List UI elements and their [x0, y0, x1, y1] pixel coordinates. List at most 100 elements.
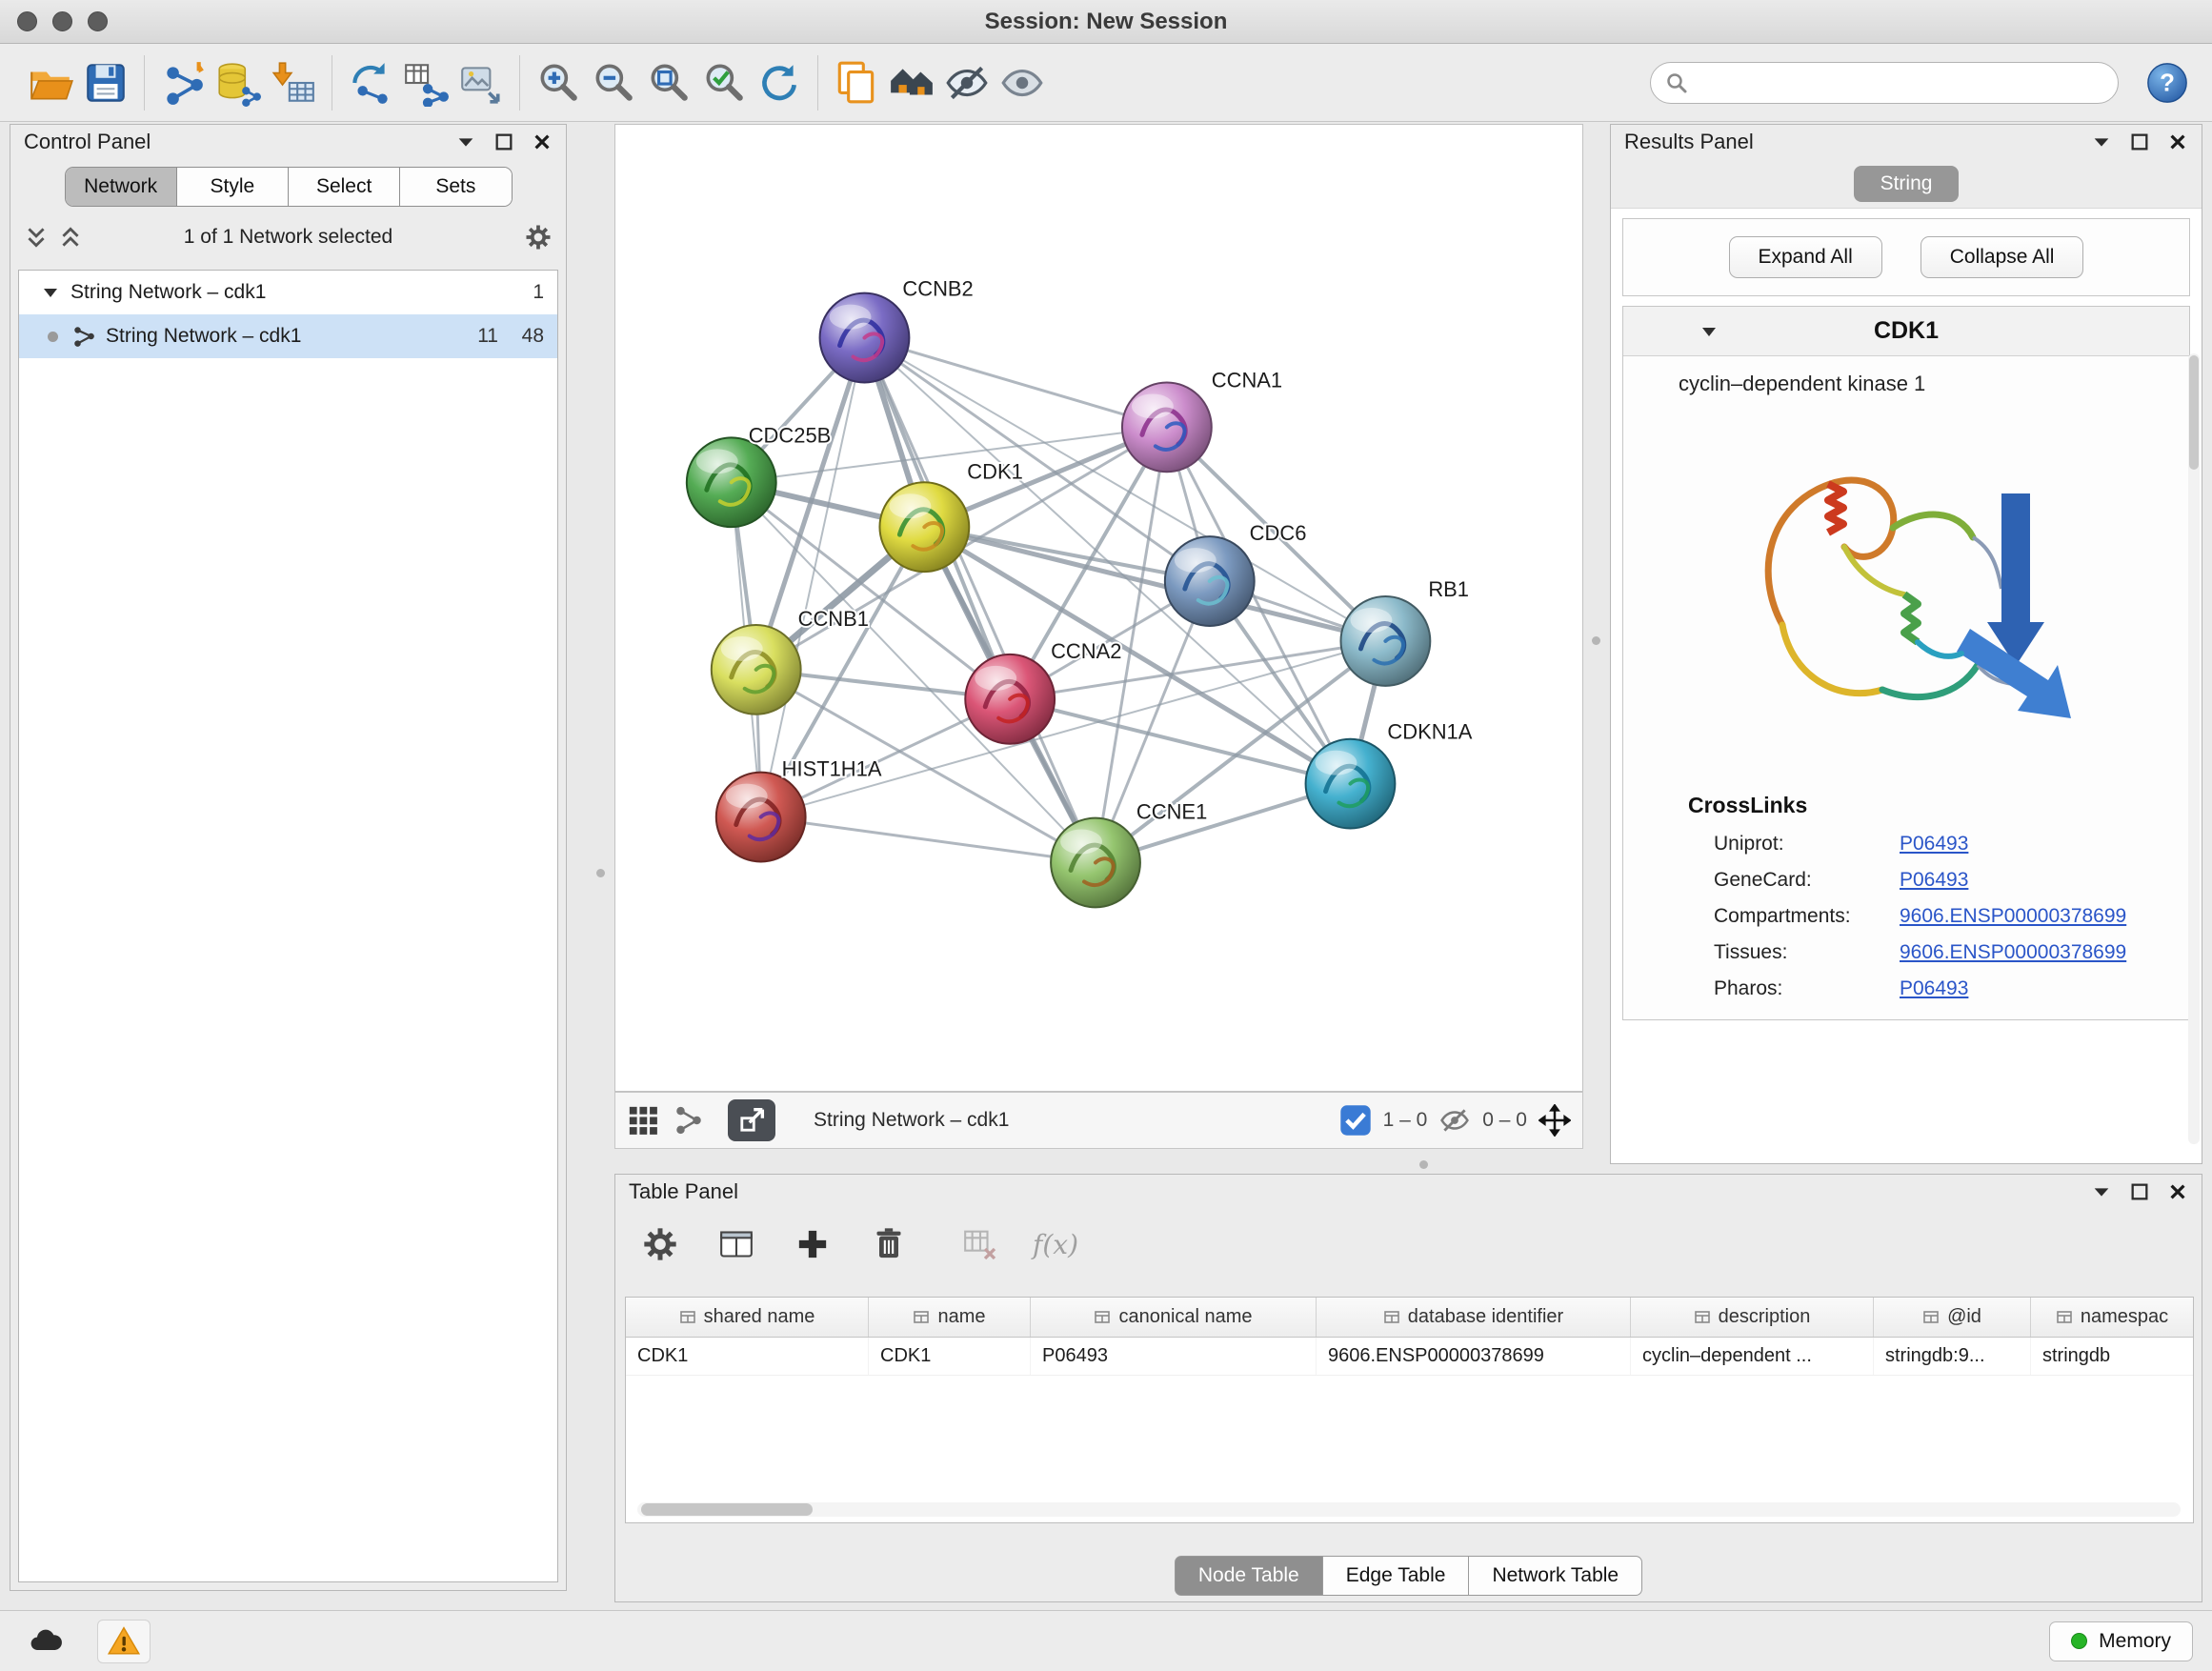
crosslink-genecard[interactable]: P06493 [1900, 869, 1968, 892]
crosslink-uniprot[interactable]: P06493 [1900, 833, 1968, 856]
delete-column-button[interactable] [865, 1220, 913, 1268]
network-node-CDKN1A[interactable]: CDKN1A [1306, 720, 1473, 829]
tree-expand-icon[interactable] [42, 284, 59, 301]
network-row-selected[interactable]: String Network – cdk1 11 48 [19, 314, 557, 358]
cell-description[interactable]: cyclin–dependent ... [1631, 1338, 1874, 1375]
network-from-table-button[interactable] [398, 52, 453, 113]
network-node-CCNB1[interactable]: CCNB1 [712, 607, 869, 715]
show-all-views-button[interactable] [884, 52, 939, 113]
zoom-in-button[interactable] [531, 52, 586, 113]
network-node-CDK1[interactable]: CDK1 [879, 459, 1022, 572]
network-node-CCNA1[interactable]: CCNA1 [1122, 368, 1282, 472]
open-session-button[interactable] [23, 52, 78, 113]
network-canvas[interactable]: CCNB2CCNA1CDC25BCDK1CDC6RB1CCNB1CCNA2CDK… [615, 125, 1582, 1091]
network-node-CDC6[interactable]: CDC6 [1165, 521, 1307, 626]
cloud-status-button[interactable] [19, 1620, 72, 1663]
function-builder-button[interactable]: f(x) [1033, 1229, 1078, 1260]
collapse-all-button[interactable]: Collapse All [1920, 236, 2084, 278]
column-header[interactable]: database identifier [1317, 1298, 1631, 1337]
hide-details-button[interactable] [939, 52, 995, 113]
panel-maximize-icon[interactable] [2129, 131, 2150, 152]
zoom-selected-button[interactable] [696, 52, 752, 113]
crosslink-tissues[interactable]: 9606.ENSP00000378699 [1900, 941, 2126, 964]
delete-table-button[interactable] [956, 1220, 1004, 1268]
network-node-CCNB2[interactable]: CCNB2 [820, 277, 974, 383]
memory-button[interactable]: Memory [2049, 1621, 2193, 1661]
copy-button[interactable] [829, 52, 884, 113]
panel-close-icon[interactable] [532, 131, 553, 152]
export-image-button[interactable] [728, 1099, 775, 1141]
panel-float-icon[interactable] [455, 131, 476, 152]
pan-crosshair-icon[interactable] [1538, 1104, 1571, 1137]
create-column-button[interactable] [789, 1220, 836, 1268]
cell-canonical-name[interactable]: P06493 [1031, 1338, 1317, 1375]
save-session-button[interactable] [78, 52, 133, 113]
tab-network[interactable]: Network [66, 168, 177, 206]
minimize-window-button[interactable] [52, 11, 72, 31]
image-view-button[interactable] [453, 52, 509, 113]
show-columns-button[interactable] [713, 1220, 760, 1268]
crosslink-pharos[interactable]: P06493 [1900, 977, 1968, 1000]
selected-checkbox-icon[interactable] [1339, 1104, 1372, 1137]
collapse-gene-icon[interactable] [1699, 322, 1719, 341]
new-network-button[interactable] [343, 52, 398, 113]
panel-float-icon[interactable] [2091, 131, 2112, 152]
close-window-button[interactable] [17, 11, 37, 31]
import-network-from-database-button[interactable] [211, 52, 266, 113]
cell-database-identifier[interactable]: 9606.ENSP00000378699 [1317, 1338, 1631, 1375]
network-node-RB1[interactable]: RB1 [1340, 577, 1469, 686]
network-collection-row[interactable]: String Network – cdk1 1 [19, 271, 557, 314]
tab-network-table[interactable]: Network Table [1469, 1556, 1642, 1596]
panel-float-icon[interactable] [2091, 1181, 2112, 1202]
cell-shared-name[interactable]: CDK1 [626, 1338, 869, 1375]
table-options-button[interactable] [636, 1220, 684, 1268]
show-details-button[interactable] [995, 52, 1050, 113]
cell-id[interactable]: stringdb:9... [1874, 1338, 2031, 1375]
cell-name[interactable]: CDK1 [869, 1338, 1031, 1375]
tab-edge-table[interactable]: Edge Table [1323, 1556, 1470, 1596]
string-network-icon[interactable] [673, 1104, 705, 1137]
table-horizontal-scrollbar[interactable] [637, 1502, 2181, 1517]
tab-select[interactable]: Select [289, 168, 400, 206]
expand-all-button[interactable]: Expand All [1729, 236, 1882, 278]
column-header[interactable]: shared name [626, 1298, 869, 1337]
help-button[interactable]: ? [2145, 61, 2189, 105]
refresh-button[interactable] [752, 52, 807, 113]
network-canvas-panel[interactable]: CCNB2CCNA1CDC25BCDK1CDC6RB1CCNB1CCNA2CDK… [614, 124, 1583, 1092]
column-header[interactable]: description [1631, 1298, 1874, 1337]
network-edge[interactable] [864, 338, 1166, 428]
crosslink-compartments[interactable]: 9606.ENSP00000378699 [1900, 905, 2126, 928]
import-table-from-file-button[interactable] [266, 52, 321, 113]
tab-string[interactable]: String [1854, 166, 1960, 202]
results-scrollbar[interactable] [2188, 353, 2200, 1144]
column-header[interactable]: name [869, 1298, 1031, 1337]
gene-card-header[interactable]: CDK1 [1623, 307, 2189, 356]
tab-node-table[interactable]: Node Table [1175, 1556, 1323, 1596]
panel-close-icon[interactable] [2167, 1181, 2188, 1202]
cell-namespace[interactable]: stringdb [2031, 1338, 2193, 1375]
search-input[interactable] [1650, 62, 2119, 104]
hidden-eye-slash-icon[interactable] [1438, 1104, 1471, 1137]
splitter-handle[interactable] [1419, 1160, 1428, 1169]
panel-close-icon[interactable] [2167, 131, 2188, 152]
panel-maximize-icon[interactable] [493, 131, 514, 152]
tab-style[interactable]: Style [177, 168, 289, 206]
network-edge[interactable] [864, 338, 1096, 863]
network-options-gear-icon[interactable] [524, 223, 553, 252]
maximize-window-button[interactable] [88, 11, 108, 31]
import-network-from-file-button[interactable] [155, 52, 211, 113]
warnings-button[interactable] [97, 1620, 151, 1663]
column-header[interactable]: canonical name [1031, 1298, 1317, 1337]
tab-sets[interactable]: Sets [400, 168, 511, 206]
column-header[interactable]: @id [1874, 1298, 2031, 1337]
splitter-handle[interactable] [596, 869, 605, 877]
birds-eye-view-icon[interactable] [627, 1104, 659, 1137]
table-row[interactable]: CDK1 CDK1 P06493 9606.ENSP00000378699 cy… [626, 1338, 2193, 1376]
network-edge[interactable] [761, 817, 1096, 863]
zoom-fit-button[interactable] [641, 52, 696, 113]
network-node-HIST1H1A[interactable]: HIST1H1A [716, 757, 882, 862]
network-edge[interactable] [761, 338, 865, 817]
panel-maximize-icon[interactable] [2129, 1181, 2150, 1202]
zoom-out-button[interactable] [586, 52, 641, 113]
splitter-handle[interactable] [1592, 636, 1600, 645]
